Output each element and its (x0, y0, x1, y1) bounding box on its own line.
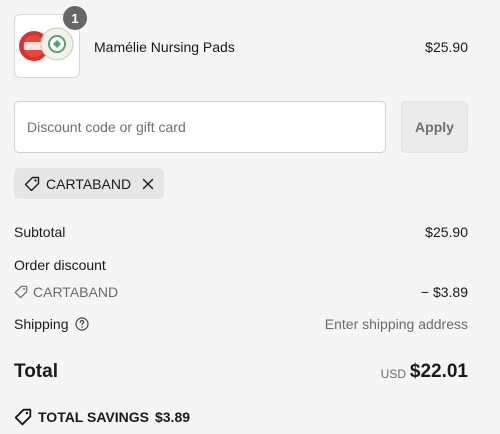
total-currency: USD (380, 367, 406, 381)
tag-icon (14, 408, 32, 426)
shipping-row-label: Shipping (14, 316, 89, 332)
total-savings-label: TOTAL SAVINGS (38, 409, 149, 425)
total-savings: TOTAL SAVINGS $3.89 (14, 408, 190, 426)
order-discount-code-row: CARTABAND (14, 284, 118, 300)
applied-discount-tag: CARTABAND (14, 168, 165, 199)
discount-code-input[interactable] (14, 101, 386, 153)
total-label: Total (14, 361, 58, 382)
subtotal-value: $25.90 (425, 224, 468, 240)
product-price: $25.90 (425, 39, 468, 55)
total-amount: $22.01 (409, 361, 468, 382)
remove-discount-button[interactable] (142, 178, 154, 190)
order-discount-code: CARTABAND (33, 284, 119, 300)
applied-discount-code: CARTABAND (46, 175, 132, 192)
shipping-label: Shipping (14, 316, 69, 332)
tag-icon (14, 285, 28, 299)
close-icon (142, 178, 154, 189)
total-savings-amount: $3.89 (154, 409, 191, 425)
order-discount-label: Order discount (14, 257, 106, 273)
quantity-badge: 1 (63, 6, 87, 30)
shipping-value: Enter shipping address (324, 316, 468, 332)
subtotal-label: Subtotal (14, 224, 66, 240)
shipping-info-button[interactable] (74, 317, 89, 331)
product-name: Mamélie Nursing Pads (94, 39, 235, 55)
tag-icon (24, 176, 40, 191)
info-icon (74, 317, 89, 331)
order-discount-value: − $3.89 (420, 284, 468, 300)
apply-button[interactable]: Apply (401, 101, 468, 153)
